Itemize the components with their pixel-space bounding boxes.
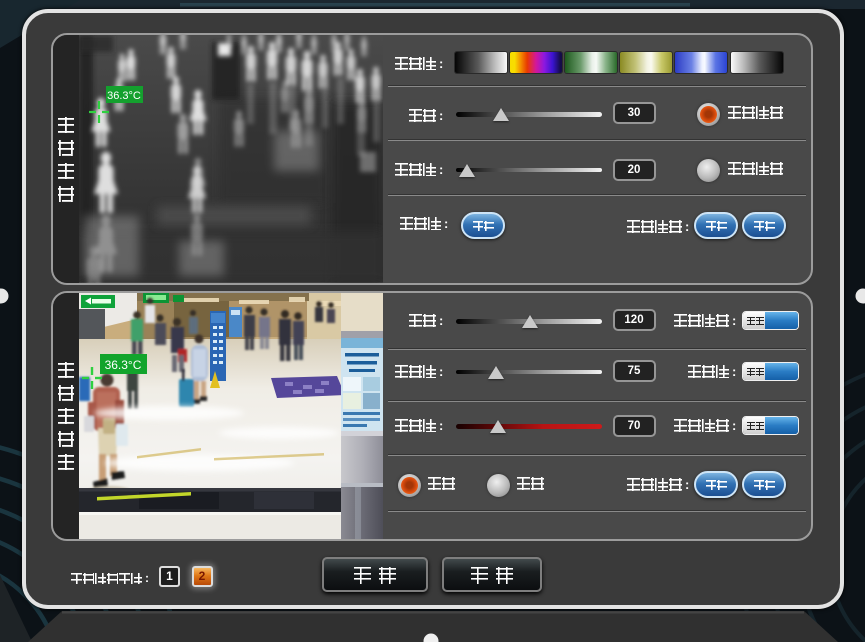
svg-text:36.3°C: 36.3°C [105, 358, 142, 372]
svg-text:36.3°C: 36.3°C [107, 90, 141, 102]
